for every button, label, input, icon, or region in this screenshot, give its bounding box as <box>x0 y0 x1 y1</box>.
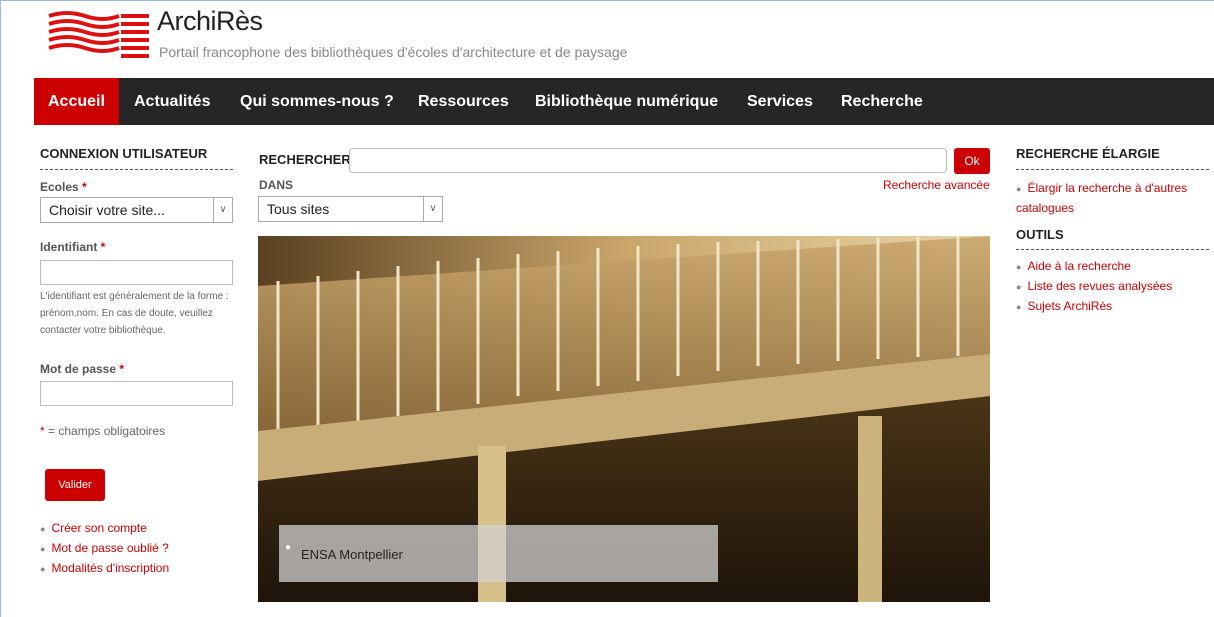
ecoles-select[interactable]: Choisir votre site... ∨ <box>40 197 233 223</box>
archires-logo-icon[interactable] <box>47 10 152 60</box>
slideshow-caption: ● ENSA Montpellier <box>279 525 718 582</box>
liste-revues-link[interactable]: ● Liste des revues analysées <box>1016 279 1172 293</box>
identifiant-label: Identifiant * <box>40 240 106 254</box>
identifiant-help: L'identifiant est généralement de la for… <box>40 291 229 336</box>
site-title[interactable]: ArchiRès <box>157 6 263 37</box>
recherche-elargie-divider <box>1016 169 1209 170</box>
chevron-down-icon: ∨ <box>423 197 442 221</box>
aide-recherche-link[interactable]: ● Aide à la recherche <box>1016 259 1131 273</box>
bullet-icon: ● <box>285 542 292 553</box>
search-ok-button[interactable]: Ok <box>954 148 990 174</box>
valider-button[interactable]: Valider <box>45 469 105 501</box>
scope-select[interactable]: Tous sites ∨ <box>258 196 443 222</box>
login-title: CONNEXION UTILISATEUR <box>40 146 208 161</box>
password-input[interactable] <box>40 381 233 406</box>
site-subtitle: Portail francophone des bibliothèques d'… <box>159 44 628 60</box>
search-label: RECHERCHER <box>259 152 351 167</box>
chevron-down-icon: ∨ <box>213 198 232 222</box>
nav-item-services[interactable]: Services <box>733 78 827 125</box>
create-account-link[interactable]: ● Créer son compte <box>40 521 147 535</box>
nav-item-bibliotheque-numerique[interactable]: Bibliothèque numérique <box>521 78 732 125</box>
advanced-search-link[interactable]: Recherche avancée <box>883 178 990 192</box>
elargir-recherche-link[interactable]: ● Élargir la recherche à d'autres catalog… <box>1016 179 1206 218</box>
window-frame-top <box>0 0 1214 1</box>
search-input[interactable] <box>349 148 947 173</box>
ecoles-label: Ecoles * <box>40 180 87 194</box>
scope-label: DANS <box>259 178 294 192</box>
outils-title: OUTILS <box>1016 227 1064 242</box>
main-nav: Accueil Actualités Qui sommes-nous ? Res… <box>34 78 1214 125</box>
recherche-elargie-title: RECHERCHE ÉLARGIE <box>1016 146 1160 161</box>
password-label: Mot de passe * <box>40 362 125 376</box>
window-frame-left <box>0 0 1 617</box>
outils-divider <box>1016 249 1209 250</box>
required-note: * = champs obligatoires <box>40 424 166 438</box>
nav-item-accueil[interactable]: Accueil <box>34 78 119 125</box>
nav-item-qui-sommes-nous[interactable]: Qui sommes-nous ? <box>226 78 408 125</box>
identifiant-input[interactable] <box>40 260 233 285</box>
sujets-archires-link[interactable]: ● Sujets ArchiRès <box>1016 299 1112 313</box>
nav-item-actualites[interactable]: Actualités <box>120 78 224 125</box>
login-title-divider <box>40 169 233 170</box>
forgot-password-link[interactable]: ● Mot de passe oublié ? <box>40 541 169 555</box>
registration-terms-link[interactable]: ● Modalités d'inscription <box>40 561 169 575</box>
nav-item-ressources[interactable]: Ressources <box>404 78 523 125</box>
nav-item-recherche[interactable]: Recherche <box>827 78 937 125</box>
